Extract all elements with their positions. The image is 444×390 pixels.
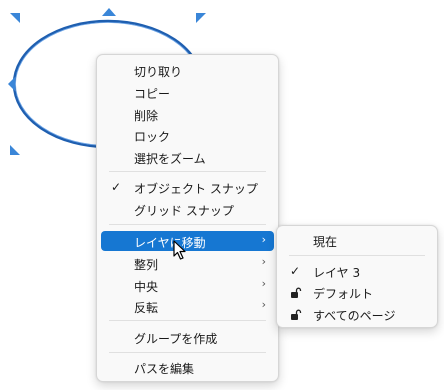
lock-icon <box>291 287 302 298</box>
menu-item-label: 反転 <box>134 301 159 315</box>
selection-handle-top-left[interactable] <box>10 13 20 23</box>
menu-item-copy[interactable]: コピー <box>101 82 274 102</box>
check-icon: ✓ <box>290 264 301 278</box>
menu-item-center[interactable]: 中央 › <box>101 275 274 295</box>
menu-item-cut[interactable]: 切り取り <box>101 60 274 80</box>
menu-item-label: パスを編集 <box>134 362 195 376</box>
menu-separator <box>289 255 425 256</box>
menu-item-label: グリッド スナップ <box>134 204 234 218</box>
submenu-item-current[interactable]: 現在 <box>281 230 433 250</box>
menu-item-label: コピー <box>134 87 171 101</box>
menu-item-label: デフォルト <box>313 287 374 301</box>
menu-item-zoom-selection[interactable]: 選択をズーム <box>101 147 274 167</box>
menu-item-grid-snap[interactable]: グリッド スナップ <box>101 199 274 219</box>
menu-item-edit-path[interactable]: パスを編集 <box>101 357 274 377</box>
menu-item-label: 削除 <box>134 109 159 123</box>
menu-separator <box>109 320 266 321</box>
selection-handle-top-middle[interactable] <box>102 8 116 16</box>
menu-item-label: グループを作成 <box>134 332 218 346</box>
selection-handle-bottom-left[interactable] <box>10 145 20 155</box>
menu-item-label: ロック <box>134 130 171 144</box>
menu-item-object-snap[interactable]: ✓ オブジェクト スナップ <box>101 177 274 197</box>
menu-item-lock[interactable]: ロック <box>101 125 274 145</box>
menu-separator <box>109 171 266 172</box>
menu-separator <box>109 224 266 225</box>
menu-separator <box>109 352 266 353</box>
mouse-cursor-icon <box>173 240 186 260</box>
menu-item-create-group[interactable]: グループを作成 <box>101 327 274 347</box>
chevron-right-icon: › <box>261 233 266 246</box>
menu-item-label: オブジェクト スナップ <box>134 182 258 196</box>
chevron-right-icon: › <box>261 298 266 311</box>
menu-item-flip[interactable]: 反転 › <box>101 296 274 316</box>
menu-item-label: 中央 <box>134 280 159 294</box>
selection-handle-top-right[interactable] <box>196 13 206 23</box>
lock-icon <box>291 309 302 320</box>
submenu-item-layer-3[interactable]: ✓ レイヤ 3 <box>281 261 433 281</box>
menu-item-label: 選択をズーム <box>134 152 206 166</box>
chevron-right-icon: › <box>261 255 266 268</box>
menu-item-label: すべてのページ <box>313 309 396 323</box>
menu-item-label: レイヤ 3 <box>313 266 361 280</box>
selection-handle-left[interactable] <box>8 77 15 91</box>
submenu-item-all-pages[interactable]: すべてのページ <box>281 304 433 324</box>
layer-submenu: 現在 ✓ レイヤ 3 デフォルト すべてのページ <box>276 225 438 328</box>
menu-item-label: レイヤに移動 <box>134 236 206 250</box>
chevron-right-icon: › <box>261 277 266 290</box>
submenu-item-default[interactable]: デフォルト <box>281 282 433 302</box>
check-icon: ✓ <box>111 180 122 194</box>
menu-item-label: 切り取り <box>134 65 183 79</box>
menu-item-label: 整列 <box>134 258 159 272</box>
menu-item-delete[interactable]: 削除 <box>101 104 274 124</box>
context-menu: 切り取り コピー 削除 ロック 選択をズーム ✓ オブジェクト スナップ グリッ… <box>96 54 279 382</box>
menu-item-label: 現在 <box>313 235 338 249</box>
